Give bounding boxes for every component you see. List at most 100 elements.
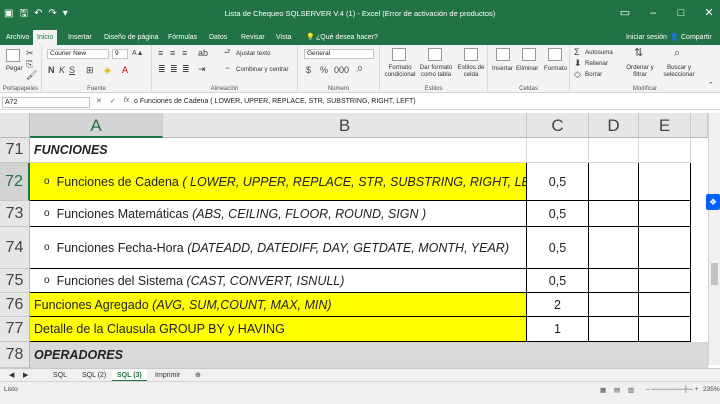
close-icon[interactable]: ✕: [702, 6, 716, 19]
cell-a76[interactable]: Funciones Agregado (AVG, SUM,COUNT, MAX,…: [30, 293, 527, 317]
minimize-icon[interactable]: –: [646, 7, 660, 19]
cell-d77[interactable]: [589, 317, 639, 342]
cell-a73[interactable]: o Funciones Matemáticas (ABS, CEILING, F…: [30, 201, 527, 227]
wrap-text-button[interactable]: Ajustar texto: [236, 50, 270, 57]
cell-c71[interactable]: [527, 138, 589, 163]
tab-diseno[interactable]: Diseño de página: [100, 30, 163, 45]
delete-cells-button[interactable]: Eliminar: [516, 65, 538, 72]
zoom-level[interactable]: 235%: [703, 386, 720, 393]
cell-a75[interactable]: o Funciones del Sistema (CAST, CONVERT, …: [30, 269, 527, 293]
bold-icon[interactable]: N: [48, 65, 55, 75]
column-header-b[interactable]: B: [163, 113, 527, 138]
cell-d71[interactable]: [589, 138, 639, 163]
signin-link[interactable]: Iniciar sesión: [626, 30, 667, 45]
formula-input[interactable]: o Funciones de Cadena ( LOWER, UPPER, RE…: [134, 98, 416, 105]
row-header-71[interactable]: 71: [0, 138, 30, 163]
merge-center-button[interactable]: Combinar y centrar: [236, 66, 289, 73]
underline-icon[interactable]: S: [69, 65, 75, 75]
cell-c73[interactable]: 0,5: [527, 201, 589, 227]
grow-font-icon[interactable]: A▲: [132, 49, 144, 59]
cell-e77[interactable]: [639, 317, 691, 342]
orientation-icon[interactable]: ab: [198, 48, 208, 58]
cell-c72[interactable]: 0,5: [527, 163, 589, 201]
name-box[interactable]: A72: [2, 97, 90, 108]
collapse-ribbon-icon[interactable]: ⌃: [708, 81, 714, 91]
tab-datos[interactable]: Datos: [205, 30, 231, 45]
borders-icon[interactable]: ⊞: [86, 65, 94, 75]
cell-d76[interactable]: [589, 293, 639, 317]
zoom-slider[interactable]: – ───────┼─ +: [646, 386, 698, 393]
comma-style-icon[interactable]: 000: [334, 65, 349, 75]
view-normal-icon[interactable]: ▦: [600, 386, 606, 394]
cell-e73[interactable]: [639, 201, 691, 227]
column-header-c[interactable]: C: [527, 113, 589, 138]
cell-e74[interactable]: [639, 227, 691, 269]
italic-icon[interactable]: K: [59, 65, 65, 75]
cell-e71[interactable]: [639, 138, 691, 163]
paste-button[interactable]: Pegar: [6, 65, 23, 72]
align-bottom-icon[interactable]: ≡: [182, 48, 187, 58]
cell-a72[interactable]: o Funciones de Cadena ( LOWER, UPPER, RE…: [30, 163, 527, 201]
align-center-icon[interactable]: ≣: [170, 64, 178, 74]
undo-icon[interactable]: ↶: [34, 8, 42, 20]
cond-format-button[interactable]: Formato condicional: [382, 64, 418, 78]
dropbox-icon[interactable]: ❖: [706, 194, 720, 210]
align-middle-icon[interactable]: ≡: [170, 48, 175, 58]
cell-a71[interactable]: FUNCIONES: [30, 138, 527, 163]
font-size-select[interactable]: 9: [112, 49, 128, 59]
tab-revisar[interactable]: Revisar: [237, 30, 269, 45]
cut-icon[interactable]: ✂: [26, 48, 34, 58]
cell-d74[interactable]: [589, 227, 639, 269]
ribbon-options-icon[interactable]: ▭: [618, 6, 632, 19]
paste-icon[interactable]: [6, 49, 20, 62]
fill-color-icon[interactable]: ◈: [104, 65, 111, 75]
align-left-icon[interactable]: ≣: [158, 64, 166, 74]
customize-qat-icon[interactable]: ▾: [63, 8, 68, 20]
align-top-icon[interactable]: ≡: [158, 48, 163, 58]
row-header-75[interactable]: 75: [0, 269, 30, 293]
format-cells-button[interactable]: Formato: [544, 65, 567, 72]
tab-insertar[interactable]: Insertar: [64, 30, 96, 45]
sort-filter-button[interactable]: Ordenar y filtrar: [622, 64, 658, 78]
autosum-button[interactable]: Autosuma: [585, 49, 613, 56]
cell-a78[interactable]: OPERADORES: [30, 342, 708, 368]
percent-icon[interactable]: %: [320, 65, 328, 75]
row-header-78[interactable]: 78: [0, 342, 30, 368]
maximize-icon[interactable]: □: [674, 7, 688, 19]
save-icon[interactable]: 🖫: [19, 8, 28, 20]
currency-icon[interactable]: $: [306, 65, 311, 75]
tab-archivo[interactable]: Archivo: [2, 30, 33, 45]
indent-icon[interactable]: ⇥: [198, 64, 206, 74]
column-header-e[interactable]: E: [639, 113, 691, 138]
cell-styles-button[interactable]: Estilos de celda: [456, 64, 486, 78]
fx-icon[interactable]: fx: [124, 97, 129, 105]
cell-c77[interactable]: 1: [527, 317, 589, 342]
font-color-icon[interactable]: A: [122, 65, 128, 75]
cell-c76[interactable]: 2: [527, 293, 589, 317]
cell-e75[interactable]: [639, 269, 691, 293]
cell-e76[interactable]: [639, 293, 691, 317]
enter-icon[interactable]: ✓: [110, 97, 116, 105]
align-right-icon[interactable]: ≣: [182, 64, 190, 74]
find-select-button[interactable]: Buscar y seleccionar: [658, 64, 700, 78]
cell-d75[interactable]: [589, 269, 639, 293]
share-button[interactable]: Compartir: [681, 30, 712, 45]
format-table-button[interactable]: Dar formato como tabla: [418, 64, 454, 78]
format-painter-icon[interactable]: 🖌: [26, 70, 37, 80]
cell-d72[interactable]: [589, 163, 639, 201]
view-layout-icon[interactable]: ▤: [614, 386, 620, 394]
row-header-73[interactable]: 73: [0, 201, 30, 227]
tell-me-box[interactable]: ¿Qué desea hacer?: [316, 30, 378, 45]
cell-d73[interactable]: [589, 201, 639, 227]
redo-icon[interactable]: ↷: [48, 8, 56, 20]
column-header-d[interactable]: D: [589, 113, 639, 138]
view-pagebreak-icon[interactable]: ▥: [628, 386, 634, 394]
cell-a77[interactable]: Detalle de la Clausula GROUP BY y HAVING: [30, 317, 527, 342]
number-format-select[interactable]: General: [304, 49, 374, 59]
cancel-icon[interactable]: ✕: [96, 97, 102, 105]
row-header-74[interactable]: 74: [0, 227, 30, 269]
clear-button[interactable]: Borrar: [585, 71, 602, 78]
cell-e72[interactable]: [639, 163, 691, 201]
vertical-scroll-thumb[interactable]: [711, 263, 718, 285]
column-header-f[interactable]: [691, 113, 708, 138]
